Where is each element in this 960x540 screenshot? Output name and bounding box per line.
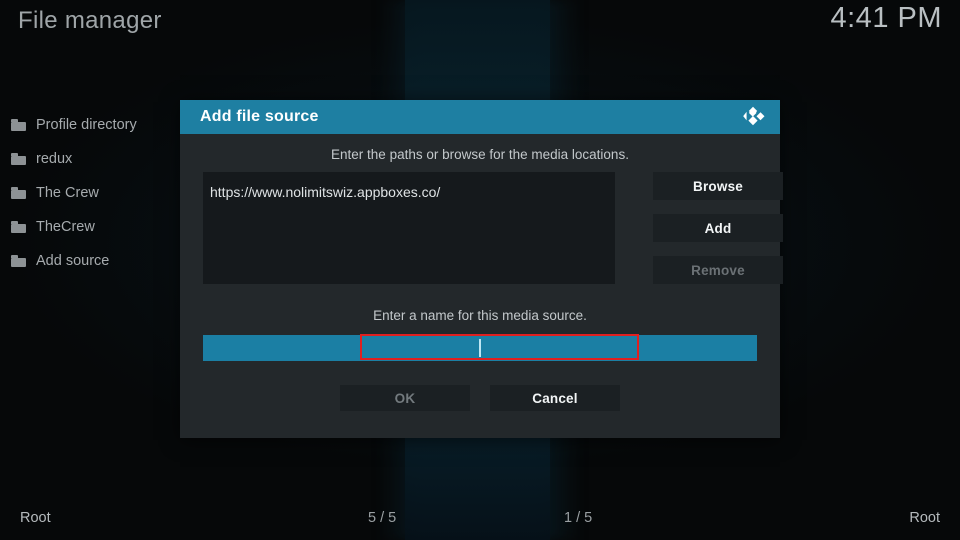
path-list-item[interactable]: https://www.nolimitswiz.appboxes.co/: [203, 172, 615, 200]
kodi-screen: File manager 4:41 PM Profile directory r…: [0, 0, 960, 540]
top-bar: File manager 4:41 PM: [0, 0, 960, 46]
add-button[interactable]: Add: [653, 214, 783, 242]
path-row: https://www.nolimitswiz.appboxes.co/ Bro…: [203, 172, 783, 289]
bottom-status-bar: Root 5 / 5 1 / 5 Root: [0, 500, 960, 540]
focus-highlight-box: [360, 334, 639, 360]
kodi-logo-icon: [740, 104, 766, 130]
left-pane-count: 5 / 5: [368, 510, 397, 526]
cancel-button[interactable]: Cancel: [490, 385, 620, 411]
folder-icon: [11, 221, 26, 233]
sidebar-item-label: The Crew: [36, 185, 99, 201]
right-pane-count: 1 / 5: [564, 510, 593, 526]
sidebar-item-label: Add source: [36, 253, 110, 269]
sidebar-item-the-crew[interactable]: The Crew: [0, 176, 178, 210]
folder-icon: [11, 255, 26, 267]
remove-button[interactable]: Remove: [653, 256, 783, 284]
page-title: File manager: [18, 7, 162, 34]
dialog-title: Add file source: [200, 108, 319, 125]
left-pane-path-label: Root: [20, 510, 51, 526]
folder-icon: [11, 187, 26, 199]
media-source-name-field-wrap: [203, 334, 757, 361]
folder-icon: [11, 119, 26, 131]
sidebar-item-label: redux: [36, 151, 73, 167]
sidebar-item-label: TheCrew: [36, 219, 95, 235]
ok-button[interactable]: OK: [340, 385, 470, 411]
clock-label: 4:41 PM: [830, 2, 942, 34]
sidebar-item-redux[interactable]: redux: [0, 142, 178, 176]
browse-button[interactable]: Browse: [653, 172, 783, 200]
dialog-header: Add file source: [180, 100, 780, 134]
file-source-list[interactable]: Profile directory redux The Crew TheCrew…: [0, 108, 178, 278]
sidebar-item-add-source[interactable]: Add source: [0, 244, 178, 278]
path-list-box[interactable]: https://www.nolimitswiz.appboxes.co/: [203, 172, 615, 284]
sidebar-item-label: Profile directory: [36, 117, 137, 133]
folder-icon: [11, 153, 26, 165]
name-hint-label: Enter a name for this media source.: [373, 308, 587, 323]
paths-hint-label: Enter the paths or browse for the media …: [331, 147, 629, 162]
sidebar-item-profile-directory[interactable]: Profile directory: [0, 108, 178, 142]
right-pane-path-label: Root: [909, 510, 940, 526]
sidebar-item-thecrew[interactable]: TheCrew: [0, 210, 178, 244]
add-file-source-dialog: Add file source Enter the paths or brows…: [180, 100, 783, 438]
